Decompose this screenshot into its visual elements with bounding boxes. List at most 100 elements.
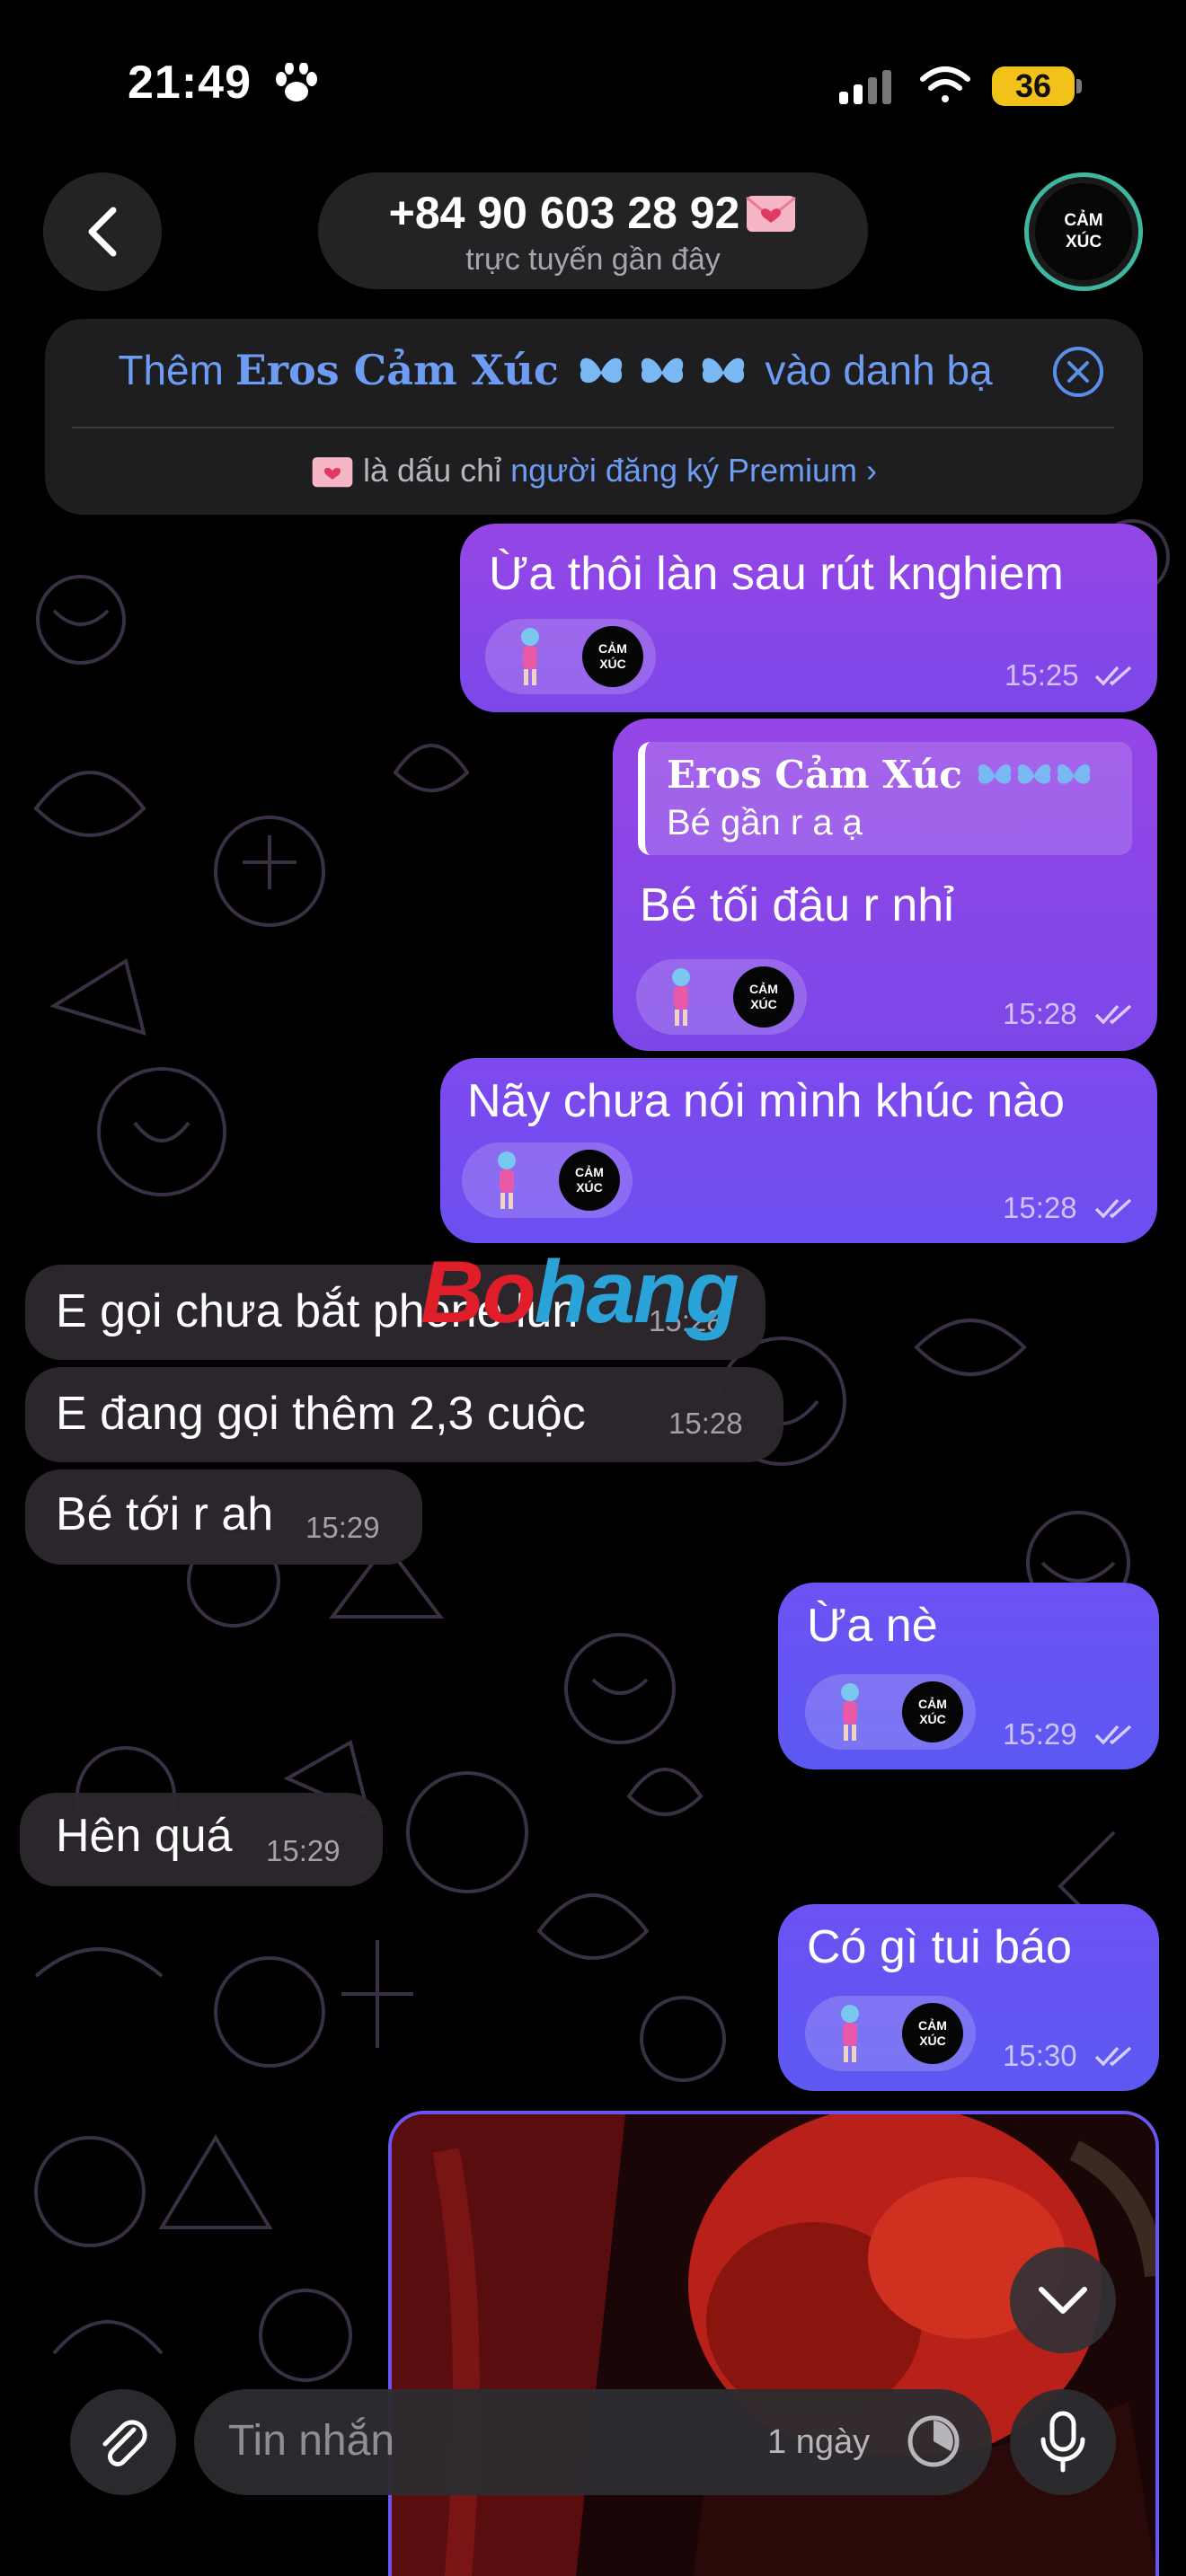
cam-xuc-reaction: CẢM XÚC bbox=[733, 966, 794, 1028]
message-text: Ừa nè bbox=[807, 1600, 938, 1652]
cam-xuc-reaction: CẢM XÚC bbox=[582, 626, 643, 687]
logo-text-2: XÚC bbox=[750, 997, 777, 1011]
message-bubble-incoming[interactable]: Hên quá 15:29 bbox=[20, 1793, 383, 1886]
message-time: 15:28 bbox=[1003, 1191, 1077, 1224]
read-checkmarks-icon bbox=[1094, 1198, 1132, 1219]
add-name: Eros Cảm Xúc bbox=[235, 346, 559, 394]
butterfly-icon bbox=[702, 357, 744, 384]
message-bubble-outgoing[interactable]: Có gì tui báo CẢM XÚC 15:30 bbox=[778, 1904, 1159, 2091]
close-banner-button[interactable] bbox=[1053, 347, 1103, 397]
premium-text: là dấu chỉ bbox=[363, 452, 502, 489]
butterfly-icon bbox=[978, 764, 1012, 784]
back-button[interactable] bbox=[43, 172, 162, 291]
message-time: 15:25 bbox=[1005, 658, 1079, 692]
message-time: 15:29 bbox=[266, 1834, 341, 1867]
logo-text-1: CẢM bbox=[575, 1165, 604, 1179]
reactions[interactable]: CẢM XÚC bbox=[805, 1996, 976, 2071]
message-text: Ừa thôi làn sau rút knghiem bbox=[489, 548, 1064, 600]
avatar-text-2: XÚC bbox=[1065, 233, 1102, 251]
logo-text-1: CẢM bbox=[918, 2018, 947, 2033]
premium-heart-letter-icon bbox=[746, 196, 797, 232]
message-text: Nãy chưa nói mình khúc nào bbox=[467, 1075, 1065, 1127]
message-text: Bé tới r ah bbox=[56, 1488, 274, 1540]
message-text: Bé tối đâu r nhỉ bbox=[640, 879, 954, 931]
anime-girl-sticker-icon bbox=[498, 1151, 516, 1209]
message-bubble-outgoing[interactable]: Nãy chưa nói mình khúc nào CẢM XÚC 15:28 bbox=[440, 1058, 1157, 1243]
add-contact-banner: Thêm Eros Cảm Xúc vào danh bạ là dấu chỉ… bbox=[45, 319, 1143, 515]
add-prefix: Thêm bbox=[118, 347, 224, 393]
watermark-logo: Bohang bbox=[420, 1241, 739, 1343]
reactions[interactable]: CẢM XÚC bbox=[485, 619, 656, 694]
message-bubble-incoming[interactable]: E đang gọi thêm 2,3 cuộc 15:28 bbox=[25, 1367, 783, 1462]
cellular-signal-icon bbox=[839, 70, 891, 104]
cam-xuc-reaction: CẢM XÚC bbox=[559, 1150, 620, 1211]
anime-girl-sticker-icon bbox=[841, 2005, 859, 2062]
message-text: E đang gọi thêm 2,3 cuộc bbox=[56, 1388, 586, 1440]
paperclip-icon bbox=[102, 2420, 147, 2466]
message-bubble-incoming[interactable]: Bé tới r ah 15:29 bbox=[25, 1469, 422, 1565]
message-bubble-outgoing[interactable]: Eros Cảm Xúc Bé gần r a ạ Bé tối đâu r n… bbox=[613, 719, 1157, 1051]
reply-text: Bé gần r a ạ bbox=[667, 803, 863, 842]
message-time: 15:30 bbox=[1003, 2039, 1077, 2072]
message-time: 15:28 bbox=[668, 1407, 743, 1440]
logo-text-2: XÚC bbox=[919, 1712, 946, 1726]
chevron-down-icon bbox=[1039, 2287, 1087, 2314]
premium-link[interactable]: người đăng ký Premium › bbox=[510, 452, 877, 489]
anime-girl-sticker-icon bbox=[841, 1683, 859, 1741]
read-checkmarks-icon bbox=[1094, 666, 1132, 686]
butterfly-icon bbox=[580, 357, 622, 384]
message-bubble-outgoing[interactable]: Ừa nè CẢM XÚC 15:29 bbox=[778, 1583, 1159, 1769]
logo-text-1: CẢM bbox=[749, 982, 778, 996]
premium-heart-letter-icon bbox=[312, 457, 353, 488]
anime-girl-sticker-icon bbox=[521, 628, 539, 685]
avatar-logo: CẢM XÚC bbox=[1035, 183, 1132, 280]
auto-delete-timer-label[interactable]: 1 ngày bbox=[767, 2423, 870, 2462]
reply-quote[interactable]: Eros Cảm Xúc Bé gần r a ạ bbox=[638, 742, 1132, 855]
contact-status: trực tuyến gần đây bbox=[465, 243, 721, 277]
wifi-icon bbox=[920, 66, 970, 102]
cam-xuc-reaction: CẢM XÚC bbox=[902, 2003, 963, 2064]
logo-text-2: XÚC bbox=[576, 1180, 603, 1195]
read-checkmarks-icon bbox=[1094, 1004, 1132, 1025]
logo-text-2: XÚC bbox=[599, 657, 626, 671]
cam-xuc-reaction: CẢM XÚC bbox=[902, 1681, 963, 1742]
butterfly-icon bbox=[641, 357, 683, 384]
scroll-to-bottom-button[interactable] bbox=[1010, 2247, 1116, 2353]
chat-title[interactable]: +84 90 603 28 92 trực tuyến gần đây bbox=[318, 172, 868, 289]
message-text: Hên quá bbox=[56, 1810, 233, 1862]
watermark-text-1: Bo bbox=[420, 1242, 536, 1341]
message-input[interactable]: Tin nhắn 1 ngày bbox=[194, 2389, 992, 2495]
message-bubble-outgoing[interactable]: Ừa thôi làn sau rút knghiem CẢM XÚC 15:25 bbox=[460, 524, 1157, 712]
microphone-icon bbox=[1040, 2411, 1085, 2473]
butterfly-icon bbox=[1058, 764, 1091, 784]
add-contact-link[interactable]: Thêm Eros Cảm Xúc vào danh bạ bbox=[45, 346, 1066, 394]
reactions[interactable]: CẢM XÚC bbox=[805, 1674, 976, 1750]
message-time: 15:29 bbox=[305, 1511, 380, 1544]
read-checkmarks-icon bbox=[1094, 1725, 1132, 1745]
add-suffix: vào danh bạ bbox=[765, 347, 993, 393]
banner-divider bbox=[72, 427, 1114, 428]
battery-indicator: 36 bbox=[992, 66, 1075, 106]
contact-avatar[interactable]: CẢM XÚC bbox=[1024, 172, 1143, 291]
status-time: 21:49 bbox=[128, 57, 252, 109]
watermark-text-2: hang bbox=[534, 1242, 739, 1341]
logo-text-2: XÚC bbox=[919, 2033, 946, 2048]
message-time: 15:28 bbox=[1003, 997, 1077, 1030]
reply-author: Eros Cảm Xúc bbox=[667, 753, 1093, 797]
message-placeholder: Tin nhắn bbox=[228, 2417, 395, 2465]
logo-text-1: CẢM bbox=[598, 641, 627, 656]
reactions[interactable]: CẢM XÚC bbox=[636, 959, 807, 1035]
voice-message-button[interactable] bbox=[1010, 2389, 1116, 2495]
contact-name-row: +84 90 603 28 92 bbox=[318, 187, 868, 239]
paw-icon bbox=[276, 63, 317, 101]
message-time: 15:29 bbox=[1003, 1717, 1077, 1751]
attach-button[interactable] bbox=[70, 2389, 176, 2495]
chevron-left-icon bbox=[88, 207, 117, 257]
read-checkmarks-icon bbox=[1094, 2046, 1132, 2067]
reactions[interactable]: CẢM XÚC bbox=[462, 1142, 633, 1218]
battery-nub bbox=[1076, 79, 1082, 93]
premium-info[interactable]: là dấu chỉ người đăng ký Premium › bbox=[45, 451, 1143, 490]
close-icon bbox=[1067, 361, 1089, 383]
auto-delete-timer-icon[interactable] bbox=[906, 2413, 961, 2469]
contact-name: +84 90 603 28 92 bbox=[388, 188, 740, 238]
